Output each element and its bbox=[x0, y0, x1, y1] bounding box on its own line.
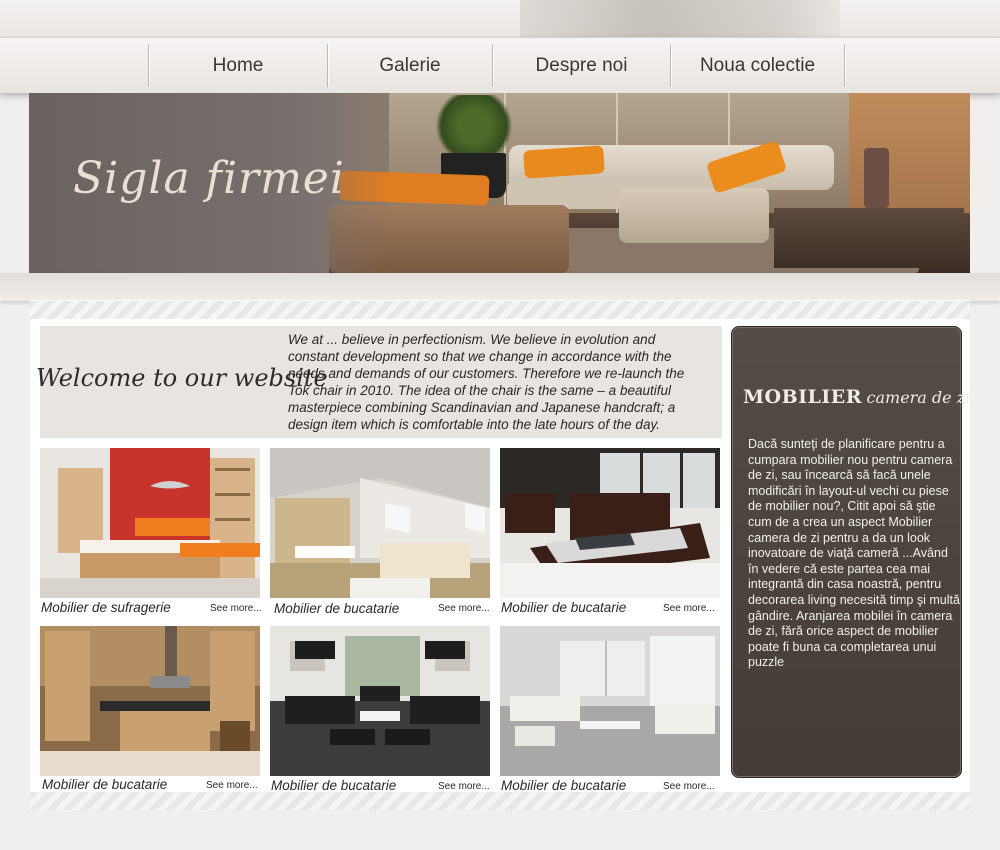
nav-item-galerie[interactable]: Galerie bbox=[328, 38, 492, 93]
main-navigation: Home Galerie Despre noi Noua colectie bbox=[0, 37, 1000, 93]
top-strip bbox=[0, 0, 1000, 40]
gallery-image-bedroom-attic[interactable] bbox=[270, 448, 490, 598]
welcome-text: We at ... believe in perfectionism. We b… bbox=[288, 332, 685, 432]
gallery-caption: Mobilier de bucatarie bbox=[42, 777, 168, 792]
gallery-image-living-room[interactable] bbox=[40, 448, 260, 598]
sidebar-text: Dacă sunteţi de planificare pentru a cum… bbox=[748, 437, 960, 670]
see-more-link[interactable]: See more... bbox=[206, 780, 258, 791]
decorative-stripes bbox=[30, 792, 970, 810]
gallery-image-white-living[interactable] bbox=[500, 626, 720, 776]
gallery-image-black-lounge[interactable] bbox=[270, 626, 490, 776]
company-logo[interactable]: Sigla firmei bbox=[73, 153, 345, 204]
orange-pillow-image bbox=[523, 145, 605, 179]
gallery-caption: Mobilier de bucatarie bbox=[501, 600, 627, 615]
see-more-link[interactable]: See more... bbox=[438, 781, 490, 792]
gallery-image-modern-bedroom[interactable] bbox=[500, 448, 720, 598]
vase-image bbox=[864, 148, 889, 208]
nav-separator bbox=[844, 44, 845, 87]
plant-image bbox=[429, 95, 519, 157]
gallery-caption: Mobilier de bucatarie bbox=[274, 601, 400, 616]
top-strip-glow bbox=[520, 0, 840, 40]
welcome-title: Welcome to our website bbox=[36, 364, 328, 392]
see-more-link[interactable]: See more... bbox=[438, 603, 490, 614]
sofa-chaise-image bbox=[619, 188, 769, 243]
gallery-caption: Mobilier de bucatarie bbox=[271, 778, 397, 793]
gallery-caption: Mobilier de sufragerie bbox=[41, 600, 171, 615]
see-more-link[interactable]: See more... bbox=[663, 603, 715, 614]
gallery-caption: Mobilier de bucatarie bbox=[501, 778, 627, 793]
header-banner: Sigla firmei bbox=[29, 93, 970, 273]
gallery-image-kitchen[interactable] bbox=[40, 626, 260, 776]
nav-item-noua-colectie[interactable]: Noua colectie bbox=[671, 38, 844, 93]
nav-item-home[interactable]: Home bbox=[149, 38, 327, 93]
see-more-link[interactable]: See more... bbox=[210, 603, 262, 614]
see-more-link[interactable]: See more... bbox=[663, 781, 715, 792]
coffee-table-image bbox=[774, 208, 964, 268]
sidebar-title-sub: camera de zi bbox=[866, 388, 971, 407]
banner-underline-band bbox=[0, 273, 1000, 301]
decorative-stripes bbox=[30, 301, 970, 319]
nav-item-despre-noi[interactable]: Despre noi bbox=[493, 38, 670, 93]
sidebar-title: MOBILIER camera de zi bbox=[743, 386, 970, 408]
sidebar-title-main: MOBILIER bbox=[743, 386, 863, 408]
